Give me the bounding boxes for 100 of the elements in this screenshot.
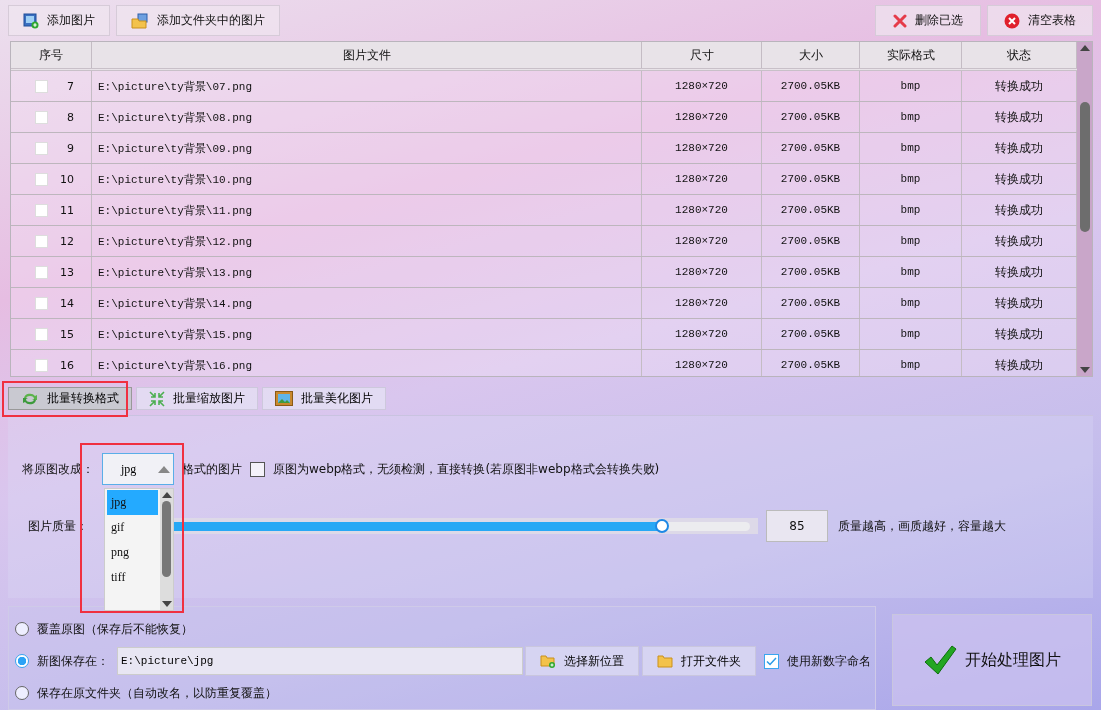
table-cell-text: 8	[66, 110, 74, 124]
dropdown-option[interactable]: png	[107, 540, 158, 566]
table-cell: 14	[60, 296, 74, 310]
table-cell: bmp	[860, 164, 962, 194]
table-cell: bmp	[860, 319, 962, 349]
table-cell-text: 7	[66, 79, 74, 93]
radio-label: 覆盖原图（保存后不能恢复）	[37, 620, 193, 638]
table-cell: 1280×720	[642, 71, 762, 101]
arrows-icon	[149, 390, 165, 407]
table-cell: 2700.05KB	[762, 71, 860, 101]
row-checkbox[interactable]	[35, 203, 48, 217]
column-header[interactable]: 序号	[11, 42, 92, 68]
toolbar-button[interactable]: 添加文件夹中的图片	[116, 5, 280, 36]
table-cell: 1280×720	[642, 257, 762, 287]
table-cell: bmp	[860, 195, 962, 225]
table-cell: 16	[60, 358, 74, 372]
table-cell: 11	[60, 203, 74, 217]
scroll-down-arrow[interactable]	[1079, 367, 1090, 373]
path-field[interactable]: E:\picture\jpg	[117, 647, 523, 675]
quality-value-field[interactable]: 85	[766, 510, 828, 543]
column-header[interactable]: 图片文件	[92, 42, 642, 68]
quality-hint: 质量越高，画质越好，容量越大	[838, 517, 1006, 535]
tab[interactable]: 批量美化图片	[262, 387, 386, 410]
table-cell: E:\picture\ty背景\12.png	[92, 226, 642, 256]
table-cell: bmp	[860, 350, 962, 376]
table-cell: 13	[60, 265, 74, 279]
row-checkbox[interactable]	[35, 265, 48, 279]
table-cell: 12	[60, 234, 74, 248]
row-checkbox[interactable]	[35, 234, 48, 248]
folder-icon	[131, 12, 149, 29]
choose-location-button[interactable]: 选择新位置	[525, 646, 639, 676]
row-checkbox[interactable]	[35, 141, 48, 155]
image-add-icon	[23, 12, 39, 29]
folder-add-icon	[540, 654, 556, 668]
checkmark-icon	[923, 644, 957, 676]
radio-button[interactable]	[15, 686, 29, 700]
table-cell: 1280×720	[642, 133, 762, 163]
dropdown-option[interactable]: tiff	[107, 565, 158, 591]
table-cell: E:\picture\ty背景\08.png	[92, 102, 642, 132]
column-header[interactable]: 大小	[762, 42, 860, 68]
table-cell: bmp	[860, 102, 962, 132]
table-cell: E:\picture\ty背景\10.png	[92, 164, 642, 194]
table-cell: E:\picture\ty背景\11.png	[92, 195, 642, 225]
table-cell: 2700.05KB	[762, 133, 860, 163]
table-cell: 1280×720	[642, 195, 762, 225]
table-cell: E:\picture\ty背景\07.png	[92, 71, 642, 101]
table-cell: 1280×720	[642, 226, 762, 256]
toolbar-button[interactable]: 清空表格	[987, 5, 1093, 36]
table-cell: 2700.05KB	[762, 350, 860, 376]
table-cell: E:\picture\ty背景\09.png	[92, 133, 642, 163]
column-header[interactable]: 尺寸	[642, 42, 762, 68]
table-cell: 1280×720	[642, 288, 762, 318]
radio-button[interactable]	[15, 622, 29, 636]
tab[interactable]: 批量转换格式	[8, 387, 132, 410]
picture-frame-icon	[275, 391, 293, 406]
tab[interactable]: 批量缩放图片	[136, 387, 258, 410]
table-cell: 2700.05KB	[762, 164, 860, 194]
row-checkbox[interactable]	[35, 358, 48, 372]
slider-thumb[interactable]	[654, 518, 669, 533]
toolbar-button[interactable]: 添加图片	[8, 5, 110, 36]
radio-label: 保存在原文件夹（自动改名，以防重复覆盖）	[37, 684, 277, 702]
scroll-down-arrow[interactable]	[161, 601, 172, 608]
table-cell: bmp	[860, 257, 962, 287]
toolbar-button[interactable]: 删除已选	[875, 5, 981, 36]
scrollbar[interactable]	[160, 489, 173, 611]
open-folder-button[interactable]: 打开文件夹	[642, 646, 756, 676]
rename-checkbox[interactable]	[764, 653, 779, 669]
start-button[interactable]: 开始处理图片	[892, 614, 1092, 706]
row-checkbox[interactable]	[35, 172, 48, 186]
table-cell: E:\picture\ty背景\16.png	[92, 350, 642, 376]
table-cell: 2700.05KB	[762, 195, 860, 225]
table-cell: bmp	[860, 71, 962, 101]
table-cell: 2700.05KB	[762, 257, 860, 287]
row-checkbox[interactable]	[35, 110, 48, 124]
row-checkbox[interactable]	[35, 327, 48, 341]
scroll-up-arrow[interactable]	[1079, 45, 1090, 51]
format-dropdown[interactable]: jpg	[102, 453, 174, 486]
table-cell-text: 9	[66, 141, 74, 155]
format-label: 将原图改成：	[22, 460, 94, 478]
table-cell: 1280×720	[642, 350, 762, 376]
table-cell: E:\picture\ty背景\13.png	[92, 257, 642, 287]
table-cell: 1280×720	[642, 102, 762, 132]
folder-icon	[657, 654, 673, 668]
dropdown-option[interactable]: jpg	[107, 490, 158, 516]
rename-label: 使用新数字命名	[787, 652, 871, 670]
table-cell: 2700.05KB	[762, 288, 860, 318]
column-header[interactable]: 实际格式	[860, 42, 962, 68]
row-checkbox[interactable]	[35, 79, 48, 93]
radio-label: 新图保存在：	[37, 652, 109, 670]
webp-checkbox[interactable]	[250, 461, 265, 477]
table-cell: 15	[60, 327, 74, 341]
row-checkbox[interactable]	[35, 296, 48, 310]
table-cell: bmp	[860, 133, 962, 163]
scrollbar[interactable]	[1077, 42, 1092, 376]
close-icon	[1004, 12, 1020, 29]
close-icon	[893, 13, 907, 28]
radio-button[interactable]	[15, 654, 29, 668]
table-cell: 2700.05KB	[762, 319, 860, 349]
table-cell: 1280×720	[642, 319, 762, 349]
dropdown-option[interactable]: gif	[107, 515, 158, 541]
